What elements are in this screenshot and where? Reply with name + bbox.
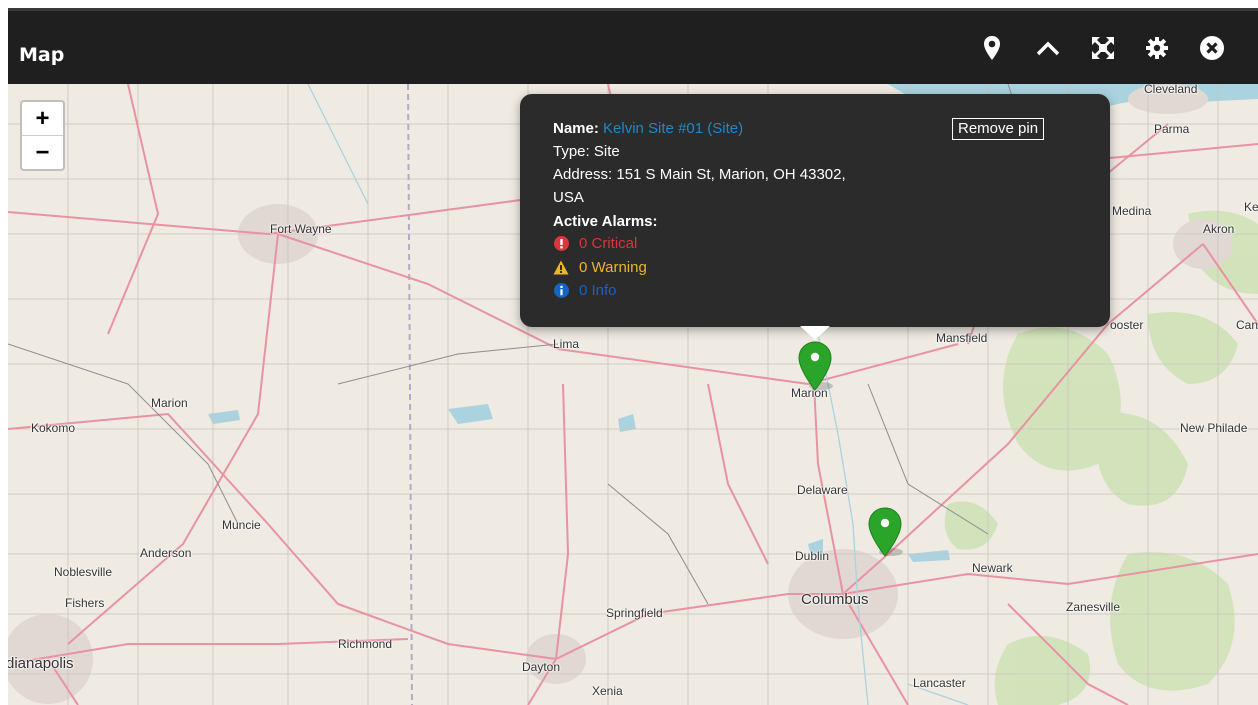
map-label-wooster: ooster <box>1110 318 1144 332</box>
map-widget: Map Cleveland Parma Medina Akron Ke Fort… <box>8 8 1258 705</box>
map-label-delaware: Delaware <box>797 483 848 497</box>
zoom-in-button[interactable]: + <box>22 102 63 135</box>
alarm-info-row: 0 Info <box>553 282 617 299</box>
map-label-xenia: Xenia <box>592 684 623 698</box>
map-label-dayton: Dayton <box>522 660 561 674</box>
alarm-info-count: 0 Info <box>579 282 617 299</box>
map-marker-icon[interactable] <box>977 33 1007 63</box>
site-info-popup: Name: Kelvin Site #01 (Site) Type: Site … <box>520 94 1110 340</box>
map-label-fishers: Fishers <box>65 596 105 610</box>
map-label-canton: Can <box>1236 318 1258 332</box>
warning-triangle-icon <box>553 260 569 276</box>
alarm-warning-count: 0 Warning <box>579 259 647 276</box>
zoom-control: + − <box>20 100 65 171</box>
map-label-dublin: Dublin <box>795 549 830 563</box>
widget-title: Map <box>19 44 65 66</box>
alarm-critical-count: 0 Critical <box>579 235 638 252</box>
map-label-cleveland: Cleveland <box>1144 84 1198 96</box>
popup-alarms-heading: Active Alarms: <box>553 213 658 230</box>
map-label-muncie: Muncie <box>222 518 261 532</box>
popup-name-row: Name: Kelvin Site #01 (Site) <box>553 120 743 137</box>
alarm-critical-row: 0 Critical <box>553 235 637 252</box>
gear-icon[interactable] <box>1142 33 1172 63</box>
map-pin-columbus-site[interactable] <box>867 506 903 558</box>
widget-header: Map <box>8 11 1258 84</box>
popup-address: Address: 151 S Main St, Marion, OH 43302… <box>553 166 846 183</box>
map-label-marion-in: Marion <box>151 396 188 410</box>
map-label-new-philadelphia: New Philade <box>1180 421 1248 435</box>
map-label-columbus: Columbus <box>801 591 869 608</box>
map-label-fort-wayne: Fort Wayne <box>270 222 332 236</box>
popup-address-country: USA <box>553 189 584 206</box>
popup-type: Type: Site <box>553 143 620 160</box>
expand-icon[interactable] <box>1088 33 1118 63</box>
chevron-up-icon[interactable] <box>1033 33 1063 63</box>
map-label-akron: Akron <box>1203 222 1235 236</box>
map-pin-marion-site[interactable] <box>797 340 833 392</box>
map-label-indianapolis: dianapolis <box>8 655 74 672</box>
alarm-warning-row: 0 Warning <box>553 259 647 276</box>
close-circle-icon[interactable] <box>1197 33 1227 63</box>
popup-site-link[interactable]: Kelvin Site #01 (Site) <box>603 120 743 137</box>
info-circle-icon <box>553 283 569 299</box>
map-label-lima: Lima <box>553 337 580 351</box>
map-label-mansfield: Mansfield <box>936 331 988 345</box>
map-label-noblesville: Noblesville <box>54 565 113 579</box>
map-label-kokomo: Kokomo <box>31 421 76 435</box>
map-label-ke: Ke <box>1244 200 1258 214</box>
zoom-out-button[interactable]: − <box>22 135 63 169</box>
popup-pointer <box>800 326 830 340</box>
map-label-springfield: Springfield <box>606 606 663 620</box>
map-label-anderson: Anderson <box>140 546 192 560</box>
map-label-richmond: Richmond <box>338 637 393 651</box>
map-label-newark: Newark <box>972 561 1013 575</box>
map-label-zanesville: Zanesville <box>1066 600 1121 614</box>
map-label-lancaster: Lancaster <box>913 676 966 690</box>
remove-pin-button[interactable]: Remove pin <box>952 118 1045 140</box>
popup-name-label: Name: <box>553 120 599 137</box>
critical-alert-icon <box>553 236 569 252</box>
map-label-medina: Medina <box>1112 204 1152 218</box>
map-label-parma: Parma <box>1154 122 1190 136</box>
